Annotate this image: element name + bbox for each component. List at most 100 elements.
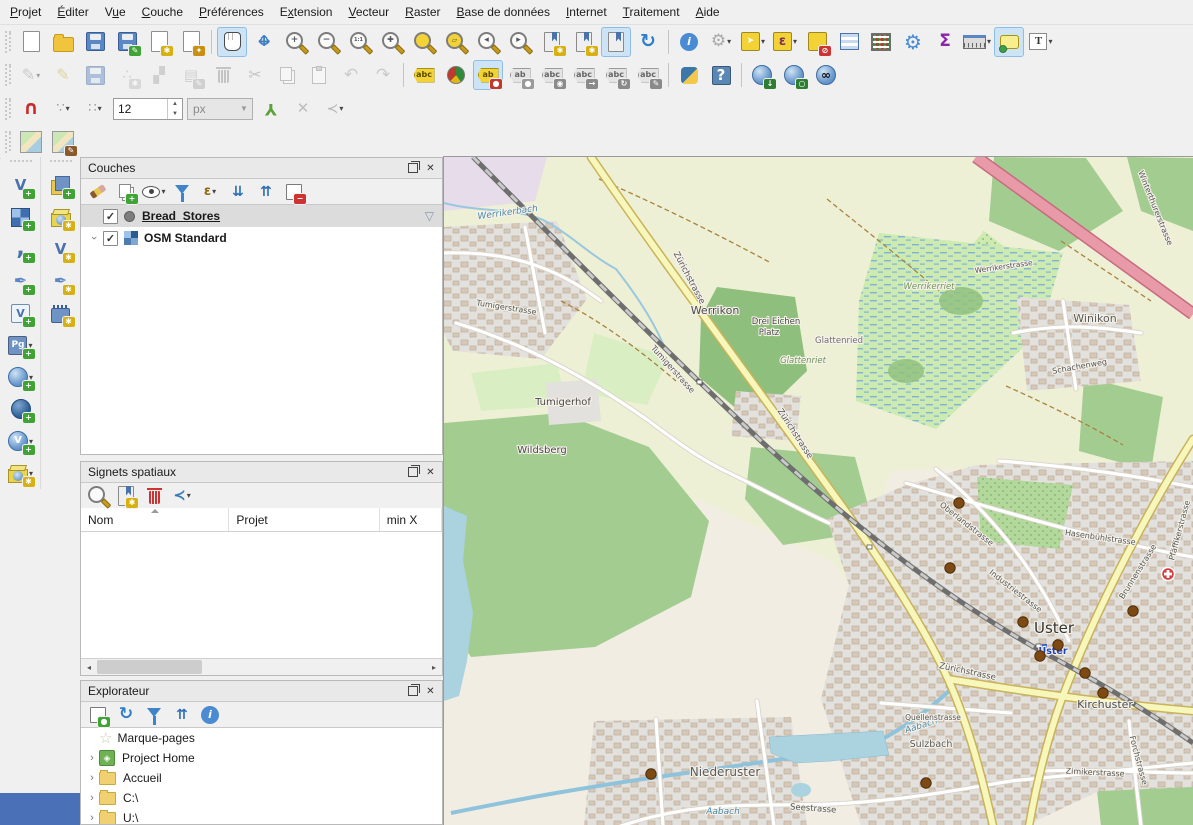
layer-name[interactable]: Bread_Stores: [142, 209, 220, 223]
paste-features-button[interactable]: [304, 60, 334, 90]
zoom-full-button[interactable]: ✚: [377, 27, 407, 57]
browser-panel-titlebar[interactable]: Explorateur ✕: [81, 681, 442, 702]
project-open-button[interactable]: [48, 27, 78, 57]
help-contents-button[interactable]: ?: [706, 60, 736, 90]
bread-store-point[interactable]: [954, 498, 964, 508]
open-layer-styling-panel-button[interactable]: [85, 179, 111, 205]
run-feature-action-button[interactable]: ⚙▾: [706, 27, 736, 57]
show-spatial-bookmarks-button[interactable]: ✱: [569, 27, 599, 57]
layer-row-bread-stores[interactable]: ✓Bread_Stores▽: [81, 205, 442, 227]
pan-to-selection-button[interactable]: [249, 27, 279, 57]
bread-store-point[interactable]: [1053, 640, 1063, 650]
new-spatial-bookmark-button[interactable]: ✱: [537, 27, 567, 57]
move-label-button[interactable]: abc→: [569, 60, 599, 90]
dropdown-arrow-icon[interactable]: ▾: [66, 104, 70, 113]
import-export-bookmarks-button[interactable]: ≺▾: [169, 483, 195, 509]
zoom-native-button[interactable]: 1:1: [345, 27, 375, 57]
toolbar-grip[interactable]: [5, 98, 12, 120]
toggle-editing-button[interactable]: ✎: [48, 60, 78, 90]
toolbar-grip[interactable]: [5, 64, 12, 86]
nominatim-search-button[interactable]: ∞: [811, 60, 841, 90]
menu-extension[interactable]: Extension: [272, 2, 341, 22]
float-panel-button[interactable]: [405, 161, 420, 176]
add-spatial-bookmark-button[interactable]: ✱: [113, 483, 139, 509]
open-data-source-manager-button[interactable]: +: [46, 170, 76, 200]
collapse-all-button[interactable]: ⇈: [253, 179, 279, 205]
pan-map-button[interactable]: [217, 27, 247, 57]
osm-place-search-download-button[interactable]: ↓: [747, 60, 777, 90]
zoom-to-selection-button[interactable]: [409, 27, 439, 57]
bread-store-point[interactable]: [1018, 617, 1028, 627]
field-calculator-button[interactable]: [866, 27, 896, 57]
remove-layer-group-button[interactable]: −: [281, 179, 307, 205]
layer-diagram-options-button[interactable]: [441, 60, 471, 90]
menu-traitement[interactable]: Traitement: [615, 2, 688, 22]
scroll-left-arrow[interactable]: ◂: [81, 663, 97, 672]
menu-vue[interactable]: Vue: [97, 2, 134, 22]
snapping-on-intersection-button[interactable]: ✕: [288, 94, 318, 124]
close-panel-button[interactable]: ✕: [423, 684, 438, 699]
add-postgis-layer-button[interactable]: Pg+▾: [6, 330, 36, 360]
bookmarks-panel-titlebar[interactable]: Signets spatiaux ✕: [81, 462, 442, 483]
collapse-all-browser-button[interactable]: ⇈: [169, 702, 195, 728]
open-attribute-table-button[interactable]: [834, 27, 864, 57]
expander-icon[interactable]: ›: [85, 792, 99, 804]
refresh-browser-button[interactable]: ↻: [113, 702, 139, 728]
close-panel-button[interactable]: ✕: [423, 161, 438, 176]
dropdown-arrow-icon[interactable]: ▾: [212, 187, 216, 196]
enable-tracing-button[interactable]: ≺▾: [320, 94, 350, 124]
menu-internet[interactable]: Internet: [558, 2, 615, 22]
expander-icon[interactable]: ›: [85, 812, 99, 824]
menu--diter[interactable]: Éditer: [49, 2, 96, 22]
delete-selected-button[interactable]: [208, 60, 238, 90]
zoom-next-button[interactable]: ▸: [505, 27, 535, 57]
add-wms-layer-button[interactable]: +▾: [6, 362, 36, 392]
bread-store-point[interactable]: [1035, 651, 1045, 661]
bread-store-point[interactable]: [646, 769, 656, 779]
new-print-layout-button[interactable]: ✱: [144, 27, 174, 57]
browser-item-u-[interactable]: ›U:\: [81, 808, 442, 824]
zoom-to-layer-button[interactable]: ▱: [441, 27, 471, 57]
project-new-button[interactable]: [16, 27, 46, 57]
float-panel-button[interactable]: [405, 465, 420, 480]
horizontal-scrollbar[interactable]: ◂ ▸: [81, 658, 442, 675]
show-layout-manager-button[interactable]: ✦: [176, 27, 206, 57]
bread-store-point[interactable]: [1080, 668, 1090, 678]
spinner-arrows[interactable]: ▲▼: [167, 99, 182, 119]
osm-download-map-data-button[interactable]: [16, 127, 46, 157]
expander-icon[interactable]: ›: [85, 752, 99, 764]
digitize-points-button[interactable]: ∴✱: [112, 60, 142, 90]
layer-labeling-options-button[interactable]: abc: [409, 60, 439, 90]
scrollbar-thumb[interactable]: [97, 660, 202, 674]
layer-row-osm-standard[interactable]: ›✓OSM Standard: [81, 227, 442, 249]
menu-aide[interactable]: Aide: [688, 2, 728, 22]
expander-icon[interactable]: ›: [88, 231, 100, 245]
topological-editing-button[interactable]: Y: [256, 94, 286, 124]
zoom-in-button[interactable]: +: [281, 27, 311, 57]
undo-button[interactable]: ↶: [336, 60, 366, 90]
browser-item-accueil[interactable]: ›Accueil: [81, 768, 442, 788]
add-group-button[interactable]: +: [113, 179, 139, 205]
scrollbar-track[interactable]: [97, 659, 426, 675]
scroll-right-arrow[interactable]: ▸: [426, 663, 442, 672]
show-hide-labels-button[interactable]: abc◉: [537, 60, 567, 90]
menu-couche[interactable]: Couche: [134, 2, 191, 22]
osm-edit-map-data-button[interactable]: ✎: [48, 127, 78, 157]
dropdown-arrow-icon[interactable]: ▾: [727, 37, 731, 46]
browser-item-project-home[interactable]: ›◈Project Home: [81, 748, 442, 768]
python-console-button[interactable]: [674, 60, 704, 90]
browser-item-marque-pages[interactable]: ☆Marque-pages: [81, 728, 442, 748]
save-layer-edits-button[interactable]: [80, 60, 110, 90]
expand-all-button[interactable]: ⇊: [225, 179, 251, 205]
zoom-last-button[interactable]: ◂: [473, 27, 503, 57]
layer-filter-indicator-icon[interactable]: ▽: [425, 209, 434, 223]
dropdown-arrow-icon[interactable]: ▾: [339, 104, 343, 113]
manage-map-themes-button[interactable]: ▾: [141, 179, 167, 205]
column-header-min-x[interactable]: min X: [380, 508, 442, 531]
text-annotation-button[interactable]: T▾: [1026, 27, 1056, 57]
select-by-expression-button[interactable]: ε▾: [770, 27, 800, 57]
bread-store-point[interactable]: [1128, 606, 1138, 616]
new-geopackage-layer-button[interactable]: ✱: [46, 202, 76, 232]
rotate-label-button[interactable]: abc↻: [601, 60, 631, 90]
new-shapefile-layer-button[interactable]: V✱: [46, 234, 76, 264]
